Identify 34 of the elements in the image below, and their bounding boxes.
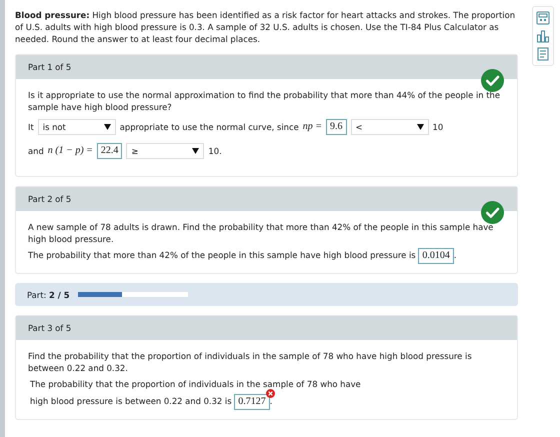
caret-icon: [416, 124, 424, 130]
caret-icon: [104, 124, 111, 130]
text: 10.: [208, 145, 222, 157]
answer-prompt: The probability that the proportion of individuals in the sample of 78 who have: [30, 379, 361, 389]
answer-field[interactable]: 22.4: [96, 143, 122, 159]
document-icon[interactable]: [536, 47, 550, 61]
text: and: [28, 145, 44, 157]
math-expression: n (1 − p) =: [48, 145, 93, 157]
answer-field[interactable]: 0.7127: [234, 394, 270, 410]
progress-label: Part: 2 / 5: [27, 290, 70, 300]
part-header: Part 3 of 5: [16, 316, 517, 340]
error-icon: [266, 389, 275, 398]
answer-field[interactable]: 0.0104: [418, 248, 454, 264]
part-header: Part 1 of 5: [16, 55, 517, 79]
period: .: [270, 396, 272, 406]
answer-field[interactable]: 9.6: [326, 119, 346, 135]
part-header: Part 2 of 5: [16, 187, 517, 211]
text: 10: [432, 121, 444, 133]
question-text: A new sample of 78 adults is drawn. Find the probability that more than 42% of the people in this sample have high blood pressure.: [28, 221, 494, 245]
dropdown[interactable]: <: [350, 119, 428, 135]
question-text: Is it appropriate to use the normal approximation to find the probability that more than 44% of the people in the sample have high blood pressure?: [28, 89, 501, 113]
calculator-icon[interactable]: [536, 11, 550, 25]
bar-chart-icon[interactable]: [536, 29, 550, 43]
answer-prompt: The probability that more than 42% of the people in this sample have high blood pressure is: [28, 250, 416, 260]
dropdown[interactable]: ≥: [126, 143, 204, 159]
question-text: Find the probability that the proportion of individuals in the sample of 78 who have high blood pressure is between 0.22 and 0.32.: [28, 350, 473, 374]
text: appropriate to use the normal curve, since: [120, 121, 299, 133]
period: .: [454, 250, 456, 260]
math-expression: np =: [302, 121, 322, 133]
text: It: [28, 121, 34, 133]
answer-prompt: high blood pressure is between 0.22 and 0.32 is: [30, 396, 232, 406]
dropdown[interactable]: is not: [38, 119, 116, 135]
problem-text: Blood pressure: High blood pressure has been identified as a risk factor for heart attacks and strokes. The proportion of U.S. adults with high blood pressure is 0.3. A sample of 32 U.S. adults is chosen. Use the TI-84 Plus Calculator as needed. Round the answer to at least four decimal places.: [15, 9, 516, 45]
caret-icon: [192, 148, 200, 154]
